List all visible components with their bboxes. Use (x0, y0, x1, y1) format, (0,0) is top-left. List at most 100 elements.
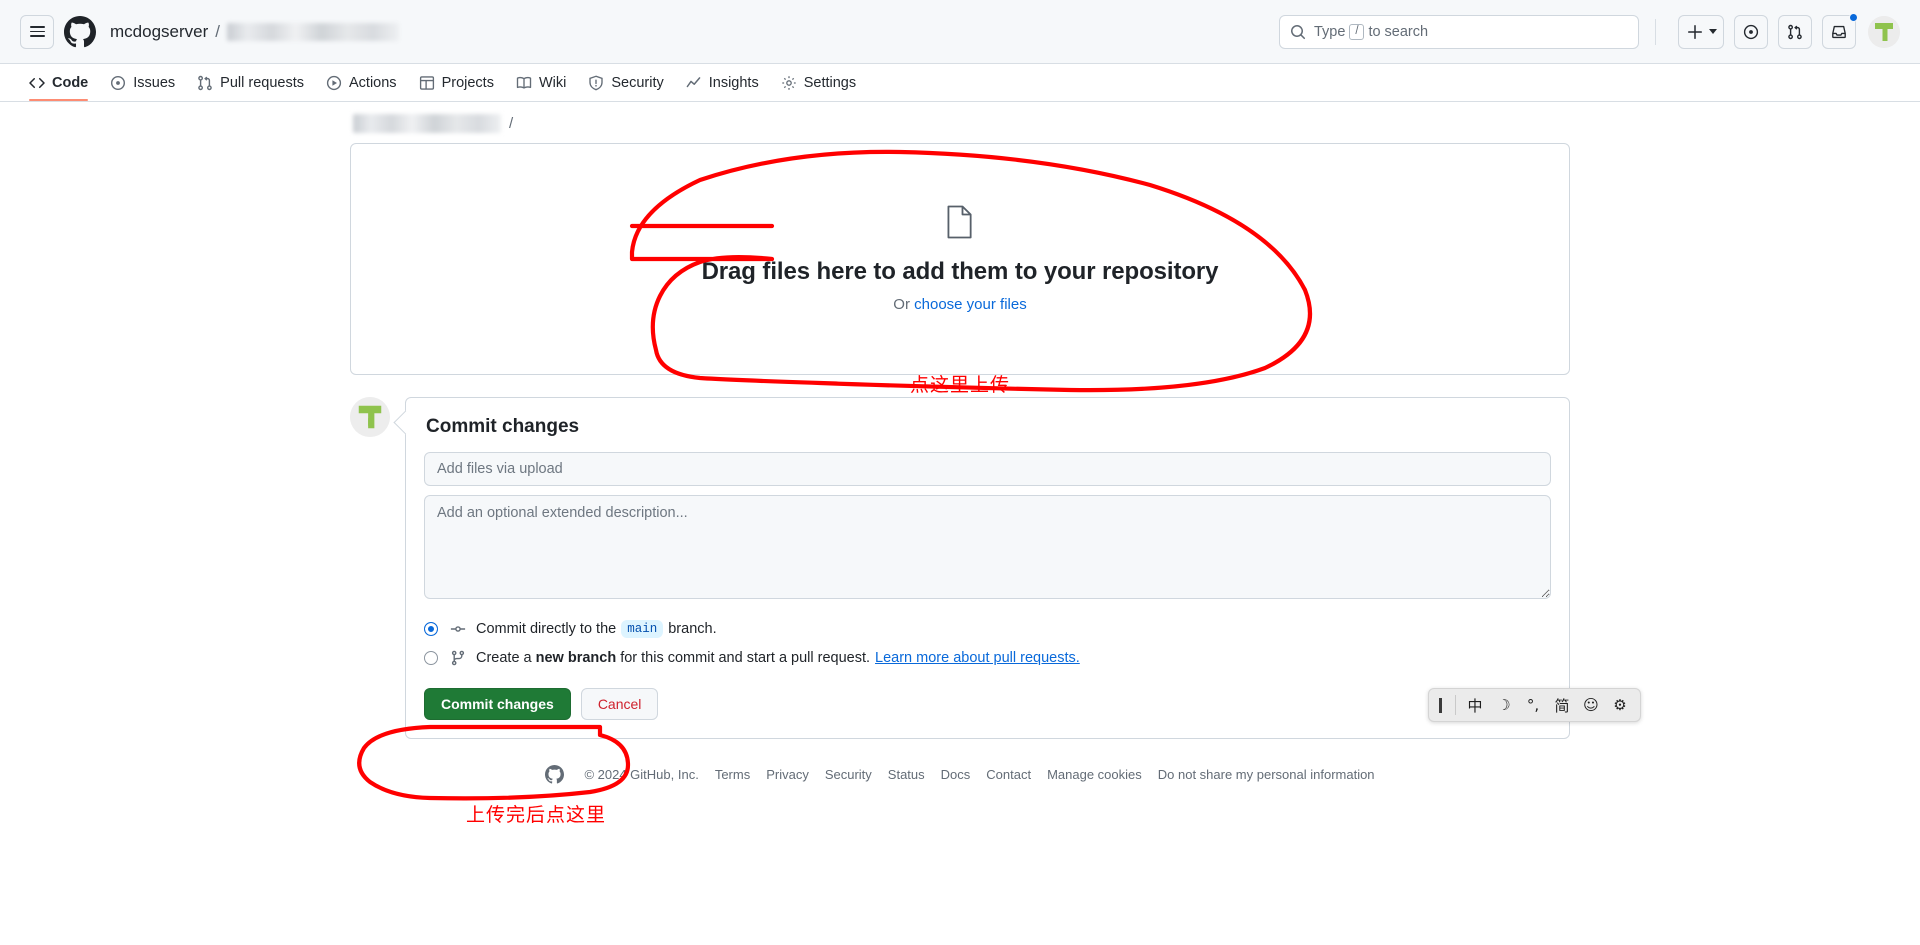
tab-label: Security (611, 74, 664, 91)
breadcrumb: / (350, 103, 1570, 143)
inbox-icon (1832, 25, 1846, 38)
tab-insights[interactable]: Insights (675, 64, 770, 101)
footer-link-contact[interactable]: Contact (986, 767, 1031, 782)
commit-directly-text-after: branch. (668, 621, 717, 637)
page-footer: © 2024 GitHub, Inc. Terms Privacy Securi… (350, 765, 1570, 804)
github-mark-icon[interactable] (64, 15, 96, 48)
commit-message-input[interactable] (424, 452, 1551, 486)
radio-create-new-branch[interactable] (424, 651, 438, 665)
search-input[interactable]: Type / to search (1279, 14, 1639, 49)
page-root: mcdogserver / Type / to search Code Issu… (0, 0, 1920, 945)
tab-pull-requests[interactable]: Pull requests (186, 64, 315, 101)
cancel-button[interactable]: Cancel (580, 688, 659, 720)
footer-link-do-not-share[interactable]: Do not share my personal information (1158, 767, 1375, 782)
dropzone-title: Drag files here to add them to your repo… (701, 258, 1219, 285)
hamburger-icon[interactable] (20, 14, 54, 49)
issues-button[interactable] (1734, 14, 1768, 49)
branch-name-chip: main (621, 620, 664, 638)
dropzone-or-text: Or (893, 296, 915, 313)
tab-label: Wiki (538, 74, 567, 91)
gear-icon (781, 75, 797, 91)
choose-your-files-link[interactable]: choose your files (914, 296, 1027, 313)
new-branch-strong: new branch (535, 650, 617, 666)
tab-wiki[interactable]: Wiki (505, 64, 577, 101)
footer-link-status[interactable]: Status (888, 767, 925, 782)
commit-description-textarea[interactable] (424, 495, 1551, 599)
graph-icon (686, 75, 702, 91)
breadcrumb-owner[interactable]: mcdogserver (110, 23, 208, 40)
tab-settings[interactable]: Settings (770, 64, 867, 101)
footer-link-docs[interactable]: Docs (941, 767, 971, 782)
footer-link-privacy[interactable]: Privacy (766, 767, 809, 782)
footer-link-terms[interactable]: Terms (715, 767, 750, 782)
notification-unread-dot (1849, 12, 1858, 22)
header-divider (1655, 18, 1656, 45)
tab-label: Actions (349, 74, 397, 91)
breadcrumb-repo-redacted[interactable] (227, 22, 399, 41)
avatar-icon (350, 397, 390, 437)
breadcrumb-separator: / (215, 21, 220, 41)
search-placeholder-suffix: to search (1368, 23, 1429, 40)
tab-label: Pull requests (220, 74, 304, 91)
ime-settings-gear-icon[interactable]: ⚙ (1607, 692, 1633, 718)
breadcrumb-repo-redacted[interactable] (353, 113, 501, 133)
avatar (350, 397, 390, 437)
footer-link-security[interactable]: Security (825, 767, 872, 782)
new-branch-text-after: for this commit and start a pull request… (620, 650, 871, 666)
ime-language-chinese[interactable]: 中 (1462, 692, 1488, 718)
ime-punctuation[interactable]: °, (1520, 692, 1546, 718)
commit-section: Commit changes Commit directly to the ma… (350, 397, 1570, 739)
commit-directly-text-before: Commit directly to the (476, 621, 617, 637)
tab-label: Issues (133, 74, 176, 91)
create-new-menu-button[interactable] (1678, 14, 1724, 49)
chevron-down-icon (1709, 29, 1717, 34)
notifications-button[interactable] (1822, 12, 1858, 49)
play-icon (326, 75, 342, 91)
file-dropzone[interactable]: Drag files here to add them to your repo… (350, 143, 1570, 375)
new-branch-text-before: Create a (476, 650, 532, 666)
search-placeholder-prefix: Type (1314, 23, 1346, 40)
search-slash-key: / (1349, 23, 1365, 40)
ime-simplified[interactable]: 简 (1549, 692, 1575, 718)
annotation-label-dropzone: 点这里上传 (910, 374, 1011, 396)
search-icon (1291, 24, 1306, 39)
tab-label: Code (52, 74, 89, 91)
file-icon (946, 205, 974, 244)
footer-link-manage-cookies[interactable]: Manage cookies (1047, 767, 1142, 782)
avatar[interactable] (1868, 15, 1900, 48)
breadcrumb-trailing-separator: / (509, 114, 514, 132)
commit-changes-button[interactable]: Commit changes (424, 688, 571, 720)
ime-emoji-icon[interactable]: ☺ (1578, 692, 1604, 718)
pull-requests-button[interactable] (1778, 14, 1812, 49)
commit-heading: Commit changes (426, 416, 580, 437)
book-icon (516, 75, 532, 91)
code-icon (29, 75, 45, 91)
commit-option-direct[interactable]: Commit directly to the main branch. (424, 620, 1551, 638)
radio-commit-directly[interactable] (424, 622, 438, 636)
tab-label: Projects (441, 74, 494, 91)
git-pull-request-icon (197, 75, 213, 91)
tab-projects[interactable]: Projects (408, 64, 505, 101)
table-icon (419, 75, 435, 91)
ime-mode-moon-icon[interactable]: ☽ (1491, 692, 1517, 718)
github-mark-icon (545, 765, 565, 784)
tab-label: Settings (803, 74, 857, 91)
repo-nav: Code Issues Pull requests Actions Projec (0, 64, 1920, 102)
learn-more-pull-requests-link[interactable]: Learn more about pull requests. (875, 650, 1080, 666)
commit-changes-box: Commit changes Commit directly to the ma… (405, 397, 1570, 739)
git-commit-icon (450, 621, 466, 637)
issue-opened-icon (1743, 24, 1759, 39)
search-placeholder: Type / to search (1314, 23, 1429, 40)
ime-toolbar[interactable]: 中 ☽ °, 简 ☺ ⚙ (1428, 688, 1641, 722)
tab-code[interactable]: Code (18, 64, 99, 101)
dropzone-subtitle: Or choose your files (893, 296, 1026, 313)
avatar-icon (1868, 15, 1900, 48)
commit-option-new-branch[interactable]: Create a new branch for this commit and … (424, 650, 1551, 666)
annotation-label-commit: 上传完后点这里 (466, 804, 607, 826)
tab-security[interactable]: Security (577, 64, 674, 101)
shield-icon (588, 75, 604, 91)
tab-actions[interactable]: Actions (315, 64, 408, 101)
global-header: mcdogserver / Type / to search (0, 0, 1920, 64)
tab-issues[interactable]: Issues (99, 64, 186, 101)
issue-opened-icon (110, 75, 126, 91)
